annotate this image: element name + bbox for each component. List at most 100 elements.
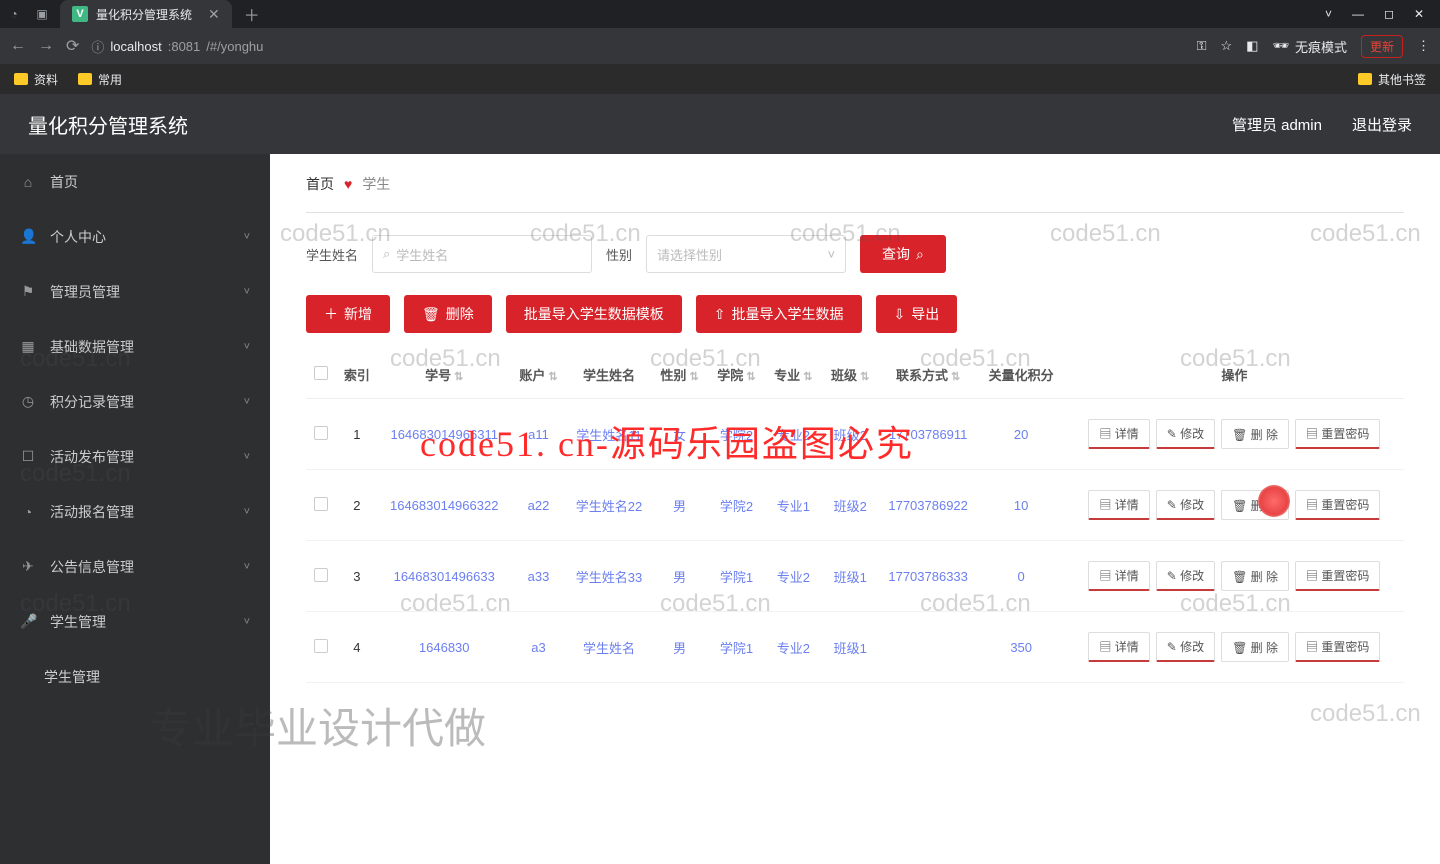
sidebar-item[interactable]: ✈公告信息管理˅ [0, 539, 270, 594]
student-table: 索引 学号 账户 学生姓名 性别 学院 专业 班级 联系方式 关量化积分 操作 … [306, 351, 1404, 683]
sidebar: ⌂首页👤个人中心˅⚑管理员管理˅▦基础数据管理˅◷积分记录管理˅☐活动发布管理˅… [0, 154, 270, 864]
detail-button[interactable]: ▤ 详情 [1088, 490, 1149, 520]
search-bar: 学生姓名 ⌕ 学生姓名 性别 请选择性别 ˅ 查询 ⌕ [306, 235, 1404, 273]
edit-button[interactable]: ✎ 修改 [1156, 490, 1215, 520]
search-icon: ⌕ [916, 246, 924, 263]
url-field[interactable]: ⓘ localhost:8081/#/yonghu [91, 37, 263, 56]
name-input[interactable]: ⌕ 学生姓名 [372, 235, 592, 273]
chevron-down-icon: ˅ [827, 247, 835, 262]
name-label: 学生姓名 [306, 245, 358, 264]
delete-row-button[interactable]: 🗑 删 除 [1221, 490, 1289, 520]
cell-class: 班级1 [822, 612, 879, 683]
logout-link[interactable]: 退出登录 [1352, 114, 1412, 135]
new-tab-button[interactable]: ＋ [244, 2, 260, 26]
cell-major: 专业2 [765, 612, 822, 683]
sidebar-item[interactable]: 学生管理 [0, 649, 270, 704]
query-button[interactable]: 查询 ⌕ [860, 235, 946, 273]
cell-gender: 男 [651, 541, 708, 612]
col-name[interactable]: 学生姓名 [567, 351, 651, 399]
row-checkbox[interactable] [314, 426, 328, 440]
extension-icon[interactable]: ◧ [1246, 38, 1258, 54]
sidebar-item-label: 基础数据管理 [50, 337, 134, 357]
browser-tab[interactable]: V 量化积分管理系统 ✕ [60, 0, 232, 28]
col-sno[interactable]: 学号 [378, 351, 510, 399]
sidebar-item-label: 活动发布管理 [50, 447, 134, 467]
sidebar-item[interactable]: 🎤学生管理˅ [0, 594, 270, 649]
row-checkbox[interactable] [314, 639, 328, 653]
col-class[interactable]: 班级 [822, 351, 879, 399]
minimize-icon[interactable]: — [1352, 7, 1364, 21]
detail-button[interactable]: ▤ 详情 [1088, 419, 1149, 449]
close-icon[interactable]: ✕ [208, 6, 220, 23]
chevron-down-icon[interactable]: ˅ [1325, 7, 1332, 21]
reset-password-button[interactable]: ▤ 重置密码 [1295, 632, 1380, 662]
delete-row-button[interactable]: 🗑 删 除 [1221, 419, 1289, 449]
gender-select[interactable]: 请选择性别 ˅ [646, 235, 846, 273]
table-row: 1 164683014966311 a11 学生姓名11 女 学院2 专业2 班… [306, 399, 1404, 470]
plus-icon: ＋ [324, 304, 338, 324]
sidebar-item[interactable]: ⌂首页 [0, 154, 270, 209]
reset-password-button[interactable]: ▤ 重置密码 [1295, 490, 1380, 520]
cell-score: 350 [978, 612, 1065, 683]
edit-button[interactable]: ✎ 修改 [1156, 419, 1215, 449]
star-icon[interactable]: ☆ [1221, 38, 1233, 54]
sidebar-item[interactable]: ☐活动发布管理˅ [0, 429, 270, 484]
reset-password-button[interactable]: ▤ 重置密码 [1295, 561, 1380, 591]
row-checkbox[interactable] [314, 568, 328, 582]
col-account[interactable]: 账户 [510, 351, 567, 399]
table-row: 3 1646830149​6633 a33 学生姓名33 男 学院1 专业2 班… [306, 541, 1404, 612]
search-icon: ⌕ [383, 246, 390, 262]
cell-name: 学生姓名22 [567, 470, 651, 541]
chevron-down-icon: ˅ [244, 561, 250, 573]
bookmark-folder[interactable]: 常用 [78, 71, 122, 88]
cell-phone: 177037863​33 [879, 541, 978, 612]
cell-college: 学院2 [708, 470, 765, 541]
col-major[interactable]: 专业 [765, 351, 822, 399]
menu-icon[interactable]: ⋮ [1417, 38, 1430, 54]
row-checkbox[interactable] [314, 497, 328, 511]
bookmark-folder[interactable]: 资料 [14, 71, 58, 88]
breadcrumb-home[interactable]: 首页 [306, 174, 334, 194]
reset-password-button[interactable]: ▤ 重置密码 [1295, 419, 1380, 449]
export-button[interactable]: ⇩导出 [876, 295, 958, 333]
col-college[interactable]: 学院 [708, 351, 765, 399]
close-window-icon[interactable]: ✕ [1414, 7, 1424, 21]
chevron-down-icon: ˅ [244, 231, 250, 243]
col-phone[interactable]: 联系方式 [879, 351, 978, 399]
maximize-icon[interactable]: ◻ [1384, 7, 1394, 21]
detail-button[interactable]: ▤ 详情 [1088, 561, 1149, 591]
reload-icon[interactable]: ⟳ [66, 36, 79, 56]
import-button[interactable]: ⇧批量导入学生数据 [696, 295, 862, 333]
detail-button[interactable]: ▤ 详情 [1088, 632, 1149, 662]
col-index: 索引 [335, 351, 378, 399]
chevron-down-icon: ˅ [244, 616, 250, 628]
app-header: 量化积分管理系统 管理员 admin 退出登录 [0, 94, 1440, 154]
sidebar-item[interactable]: ⚑管理员管理˅ [0, 264, 270, 319]
bookmarks-bar: 资料 常用 其他书签 [0, 64, 1440, 94]
sidebar-item[interactable]: ▦基础数据管理˅ [0, 319, 270, 374]
window-menu-icon[interactable]: ◔ [0, 0, 28, 28]
edit-button[interactable]: ✎ 修改 [1156, 561, 1215, 591]
col-gender[interactable]: 性别 [651, 351, 708, 399]
template-button[interactable]: 批量导入学生数据模板 [506, 295, 682, 333]
back-icon[interactable]: ← [10, 37, 26, 55]
edit-button[interactable]: ✎ 修改 [1156, 632, 1215, 662]
col-score[interactable]: 关量化积分 [978, 351, 1065, 399]
current-user[interactable]: 管理员 admin [1232, 114, 1322, 135]
update-button[interactable]: 更新 [1361, 35, 1403, 58]
cell-name: 学生姓名11 [567, 399, 651, 470]
delete-row-button[interactable]: 🗑 删 除 [1221, 561, 1289, 591]
sidebar-item[interactable]: ◷积分记录管理˅ [0, 374, 270, 429]
table-row: 2 164683014966322 a22 学生姓名22 男 学院2 专业1 班… [306, 470, 1404, 541]
forward-icon[interactable]: → [38, 37, 54, 55]
select-all-checkbox[interactable] [314, 366, 328, 380]
delete-button[interactable]: 🗑删除 [404, 295, 492, 333]
sidebar-item-label: 活动报名管理 [50, 502, 134, 522]
delete-row-button[interactable]: 🗑 删 除 [1221, 632, 1289, 662]
key-icon[interactable]: ⚿ [1197, 38, 1207, 54]
other-bookmarks[interactable]: 其他书签 [1358, 71, 1426, 88]
sidebar-item[interactable]: ◔活动报名管理˅ [0, 484, 270, 539]
sidebar-item[interactable]: 👤个人中心˅ [0, 209, 270, 264]
add-button[interactable]: ＋新增 [306, 295, 390, 333]
window-restore-icon[interactable]: ▣ [28, 0, 56, 28]
